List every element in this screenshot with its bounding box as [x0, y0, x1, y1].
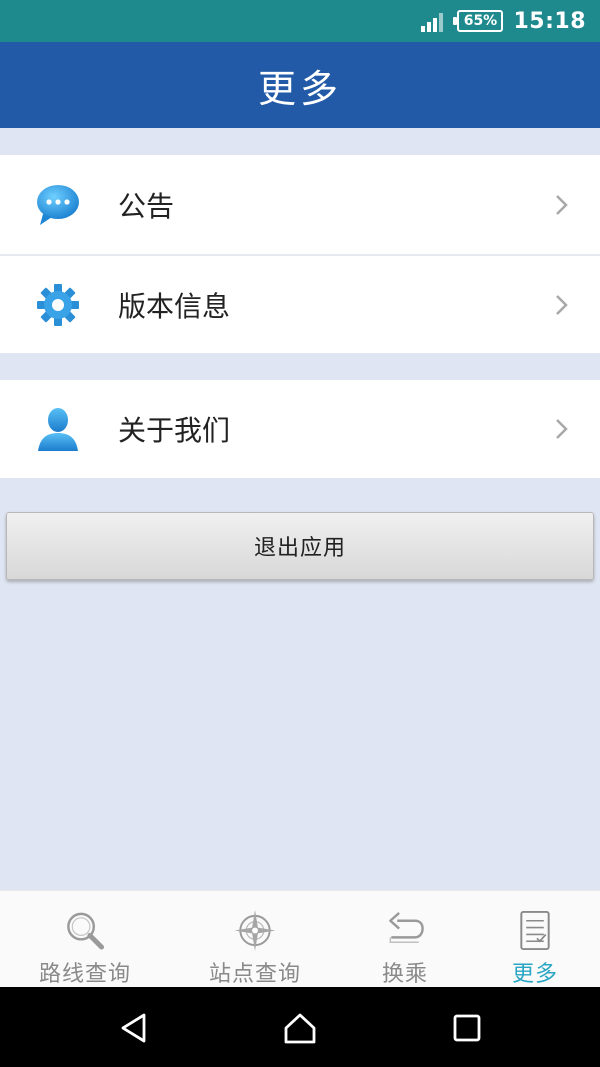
signal-icon [421, 13, 444, 32]
chevron-right-icon [556, 194, 568, 215]
menu-group: 关于我们 [0, 380, 600, 478]
back-icon[interactable] [117, 1011, 151, 1045]
menu-item-label: 版本信息 [118, 289, 231, 323]
user-icon [38, 408, 78, 451]
status-bar: 65% 15:18 [0, 0, 600, 42]
battery-level: 65% [463, 13, 498, 29]
system-nav-bar [0, 987, 600, 1067]
battery-icon: 65% [453, 10, 504, 32]
tab-label: 路线查询 [38, 962, 131, 987]
status-indicators: 65% 15:18 [421, 0, 586, 42]
bottom-tab-bar: 路线查询 站点查询 换乘 更多 [0, 890, 600, 987]
menu-item-label: 关于我们 [118, 414, 231, 447]
recent-apps-icon[interactable] [450, 1011, 484, 1045]
search-icon [67, 912, 105, 950]
clock: 15:18 [513, 8, 586, 34]
tab-route-search[interactable]: 路线查询 [10, 891, 160, 988]
compass-icon [234, 909, 276, 952]
menu-item-label: 公告 [118, 189, 175, 223]
page-title: 更多 [257, 66, 342, 111]
tab-label: 换乘 [381, 962, 428, 987]
menu-item-version[interactable]: 版本信息 [0, 254, 600, 353]
menu-group: 公告 版本信息 [0, 155, 600, 353]
chevron-right-icon [556, 419, 568, 439]
tab-more[interactable]: 更多 [460, 891, 600, 988]
exit-app-button[interactable]: 退出应用 [6, 512, 594, 580]
tab-transfer[interactable]: 换乘 [330, 891, 480, 988]
transfer-icon [389, 911, 424, 943]
menu-item-notice[interactable]: 公告 [0, 155, 600, 254]
home-icon[interactable] [283, 1011, 317, 1045]
tab-stop-search[interactable]: 站点查询 [180, 891, 330, 988]
gear-icon [37, 283, 79, 326]
chat-bubble-icon [37, 184, 79, 225]
chevron-right-icon [556, 294, 568, 315]
menu-item-about[interactable]: 关于我们 [0, 380, 600, 478]
tab-label: 站点查询 [208, 962, 301, 987]
tab-label: 更多 [511, 962, 558, 987]
app-header: 更多 [0, 42, 600, 128]
list-icon [520, 910, 550, 951]
